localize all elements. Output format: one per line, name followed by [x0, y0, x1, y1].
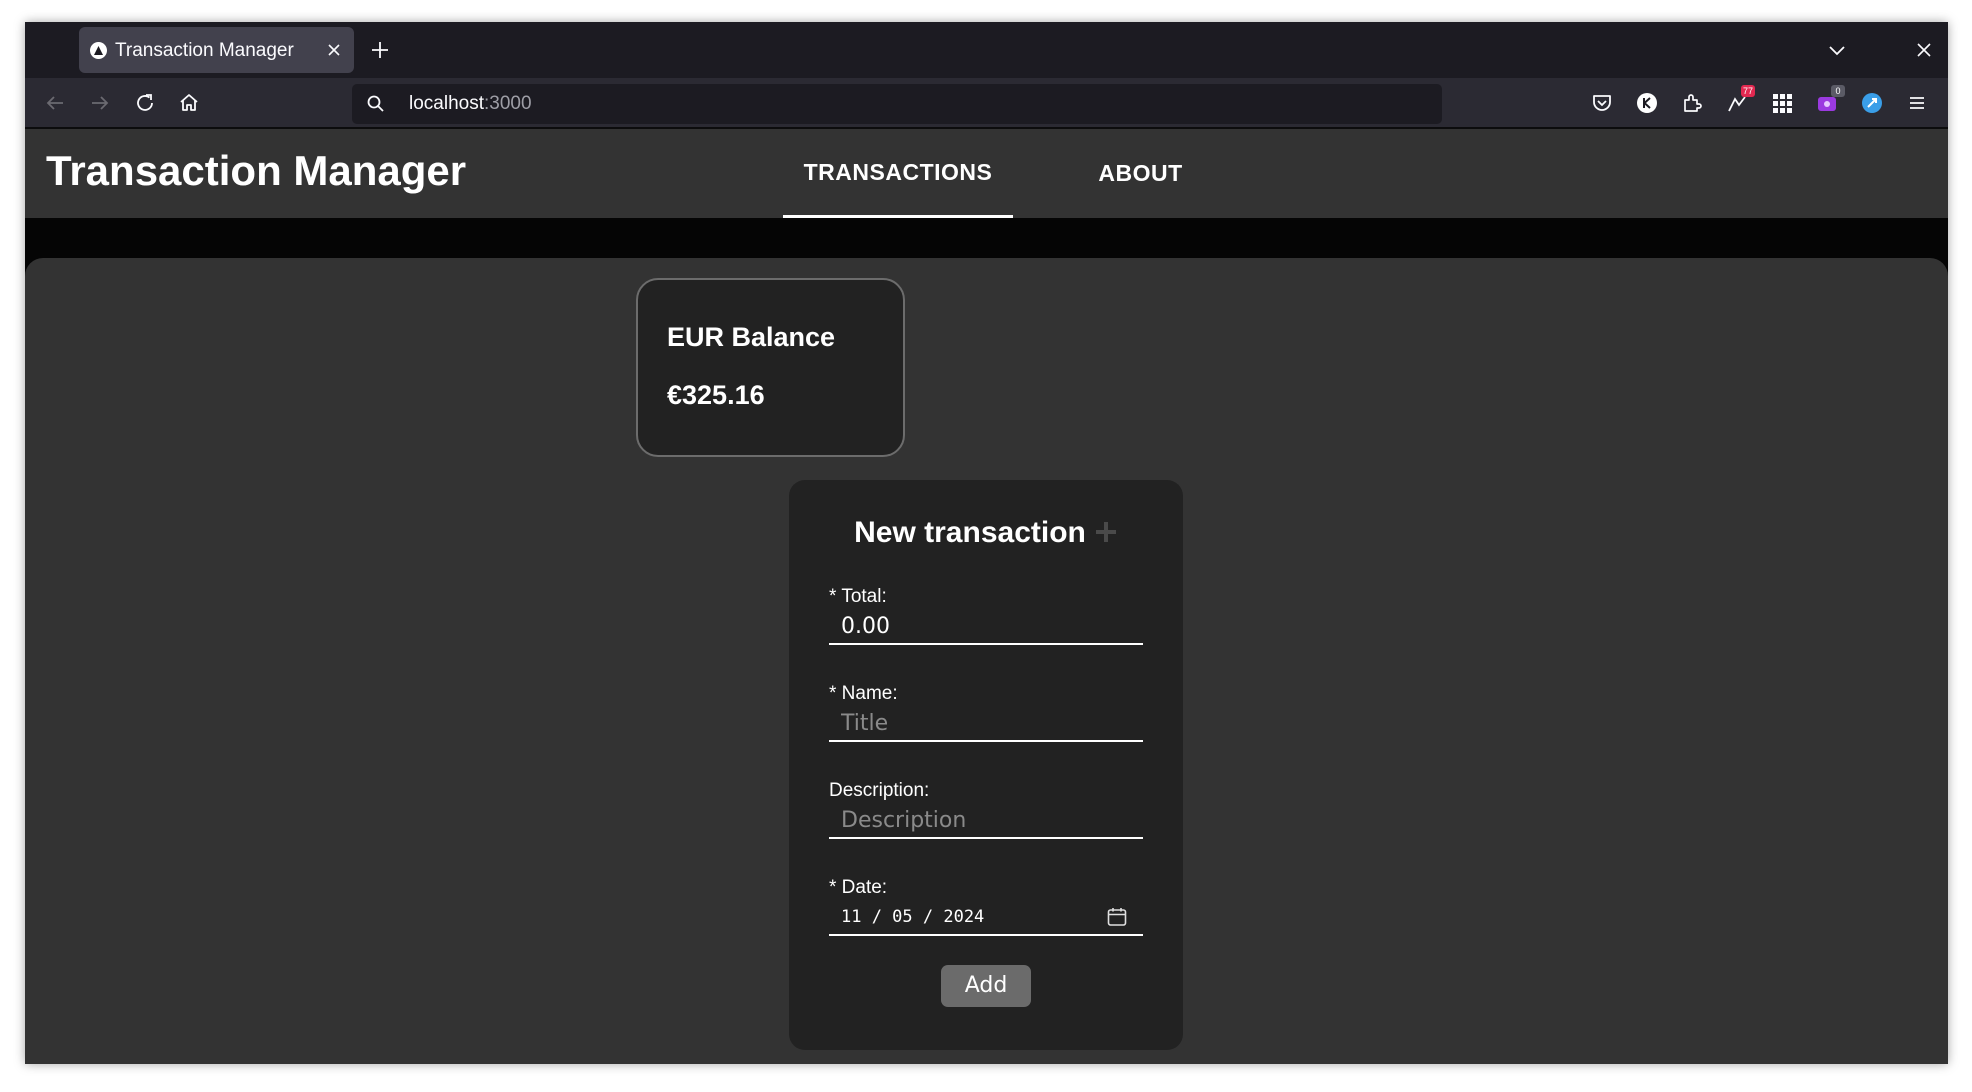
- date-value: 11 / 05 / 2024: [841, 907, 985, 927]
- description-field: Description:: [829, 779, 1143, 839]
- description-label: Description:: [829, 780, 930, 801]
- description-input[interactable]: [829, 803, 1143, 839]
- reload-icon[interactable]: [133, 91, 157, 115]
- name-input[interactable]: [829, 706, 1143, 742]
- total-field: * Total:: [829, 585, 1143, 645]
- tab-close-icon[interactable]: [324, 40, 344, 60]
- back-arrow-icon[interactable]: [43, 91, 67, 115]
- puzzle-extensions-icon[interactable]: [1680, 91, 1704, 115]
- tab-transactions[interactable]: TRANSACTIONS: [783, 129, 1013, 218]
- address-bar[interactable]: localhost:3000: [352, 84, 1442, 124]
- hamburger-menu-icon[interactable]: [1905, 91, 1929, 115]
- name-field: * Name:: [829, 682, 1143, 742]
- tab-strip: Transaction Manager: [25, 22, 1948, 78]
- total-input[interactable]: [829, 609, 1143, 645]
- gray-badge: 0: [1831, 85, 1845, 97]
- new-tab-icon[interactable]: [368, 38, 392, 62]
- nextjs-favicon-icon: [90, 42, 107, 59]
- chevron-down-icon[interactable]: [1825, 38, 1849, 62]
- balance-card: EUR Balance €325.16: [636, 278, 905, 457]
- home-icon[interactable]: [177, 91, 201, 115]
- search-icon: [366, 94, 386, 114]
- main-panel: EUR Balance €325.16 New transaction * To…: [25, 258, 1948, 1064]
- new-transaction-form: New transaction * Total: * Name: Descrip…: [789, 480, 1183, 1050]
- blue-extension-icon[interactable]: [1860, 91, 1884, 115]
- balance-value: €325.16: [667, 380, 765, 410]
- red-badge: 77: [1740, 85, 1755, 97]
- total-label: * Total:: [829, 586, 887, 607]
- navigation-toolbar: localhost:3000 77 0: [25, 78, 1948, 128]
- url-port: :3000: [484, 93, 532, 114]
- grid-apps-icon[interactable]: [1770, 91, 1794, 115]
- date-input[interactable]: 11 / 05 / 2024: [829, 900, 1143, 936]
- url-text: localhost:3000: [409, 93, 532, 115]
- app-title: Transaction Manager: [46, 147, 467, 194]
- url-host: localhost: [409, 93, 484, 114]
- forward-arrow-icon[interactable]: [88, 91, 112, 115]
- calendar-icon[interactable]: [1106, 906, 1128, 928]
- browser-window: Transaction Manager localhost:3000 77 0 …: [25, 22, 1948, 1064]
- tab-about[interactable]: ABOUT: [1053, 129, 1228, 218]
- name-label: * Name:: [829, 683, 898, 704]
- pocket-icon[interactable]: [1590, 91, 1614, 115]
- plus-icon[interactable]: [1094, 518, 1118, 542]
- purple-extension-icon[interactable]: 0: [1815, 85, 1845, 115]
- form-title-text: New transaction: [854, 516, 1086, 549]
- tracker-extension-icon[interactable]: 77: [1725, 85, 1755, 115]
- tab-title: Transaction Manager: [115, 40, 294, 61]
- window-close-icon[interactable]: [1912, 38, 1936, 62]
- date-field: * Date: 11 / 05 / 2024: [829, 876, 1143, 936]
- form-title: New transaction: [789, 516, 1183, 550]
- add-button[interactable]: Add: [941, 965, 1031, 1007]
- date-label: * Date:: [829, 877, 888, 898]
- k-extension-icon[interactable]: [1635, 91, 1659, 115]
- app-header: Transaction Manager TRANSACTIONS ABOUT: [25, 129, 1948, 218]
- browser-tab[interactable]: Transaction Manager: [79, 27, 354, 73]
- balance-title: EUR Balance: [667, 322, 836, 352]
